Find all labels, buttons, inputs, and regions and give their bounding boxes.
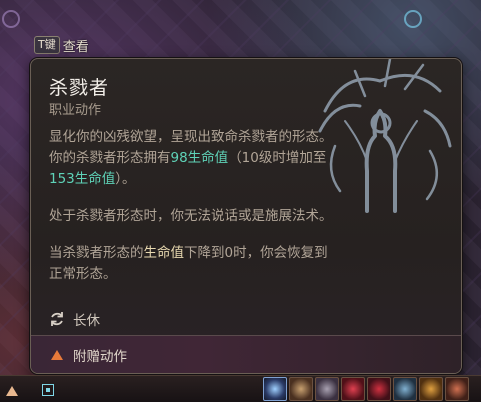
ability-tooltip: 杀戮者 职业动作 显化你的凶残欲望，呈现出致命杀戮者的形态。你的杀戮者形态拥有9… (30, 58, 462, 374)
expand-triangle-icon[interactable] (6, 386, 18, 396)
refresh-icon (51, 312, 63, 326)
action-type-bar: 附赠动作 (31, 335, 461, 373)
desc-text: 当杀戮者形态的 (49, 245, 144, 261)
hotbar-slot-beast[interactable] (315, 377, 339, 401)
hotbar (0, 375, 481, 402)
ability-category: 职业动作 (49, 103, 102, 118)
hotbar-slot-claw[interactable] (289, 377, 313, 401)
background-ornament (404, 10, 422, 28)
hp-value-upgraded: 153生命值 (49, 171, 116, 187)
hp-keyword: 生命值 (143, 245, 185, 261)
hp-value: 98生命值 (170, 150, 229, 166)
recharge-info: 长休 (49, 309, 100, 329)
key-badge: T键 (34, 36, 60, 54)
toggle-square-icon[interactable] (42, 384, 54, 396)
description-paragraph: 处于杀戮者形态时，你无法说话或是施展法术。 (49, 208, 333, 224)
hotbar-slot-sparkle[interactable] (263, 377, 287, 401)
description-paragraph: 当杀戮者形态的生命值下降到0时，你会恢复到正常形态。 (49, 243, 339, 285)
hotbar-slot-blood[interactable] (341, 377, 365, 401)
recharge-label: 长休 (73, 313, 100, 329)
ability-title: 杀戮者 (49, 77, 110, 99)
triangle-warning-icon (51, 349, 63, 360)
hotbar-slot-rune[interactable] (393, 377, 417, 401)
inspect-key-hint[interactable]: T键 查看 (34, 36, 89, 55)
hotbar-slot-spiral[interactable] (419, 377, 443, 401)
description-paragraph: 显化你的凶残欲望，呈现出致命杀戮者的形态。你的杀戮者形态拥有98生命值（10级时… (49, 127, 339, 190)
action-type-label: 附赠动作 (73, 348, 127, 365)
desc-text: ）。 (115, 171, 136, 187)
ability-description: 显化你的凶残欲望，呈现出致命杀戮者的形态。你的杀戮者形态拥有98生命值（10级时… (49, 127, 339, 285)
inspect-label: 查看 (62, 39, 89, 55)
background-ornament (2, 10, 20, 28)
hotbar-slot-dragon[interactable] (445, 377, 469, 401)
hotbar-slot-blade[interactable] (367, 377, 391, 401)
desc-text: （10级时增加至 (228, 150, 327, 166)
